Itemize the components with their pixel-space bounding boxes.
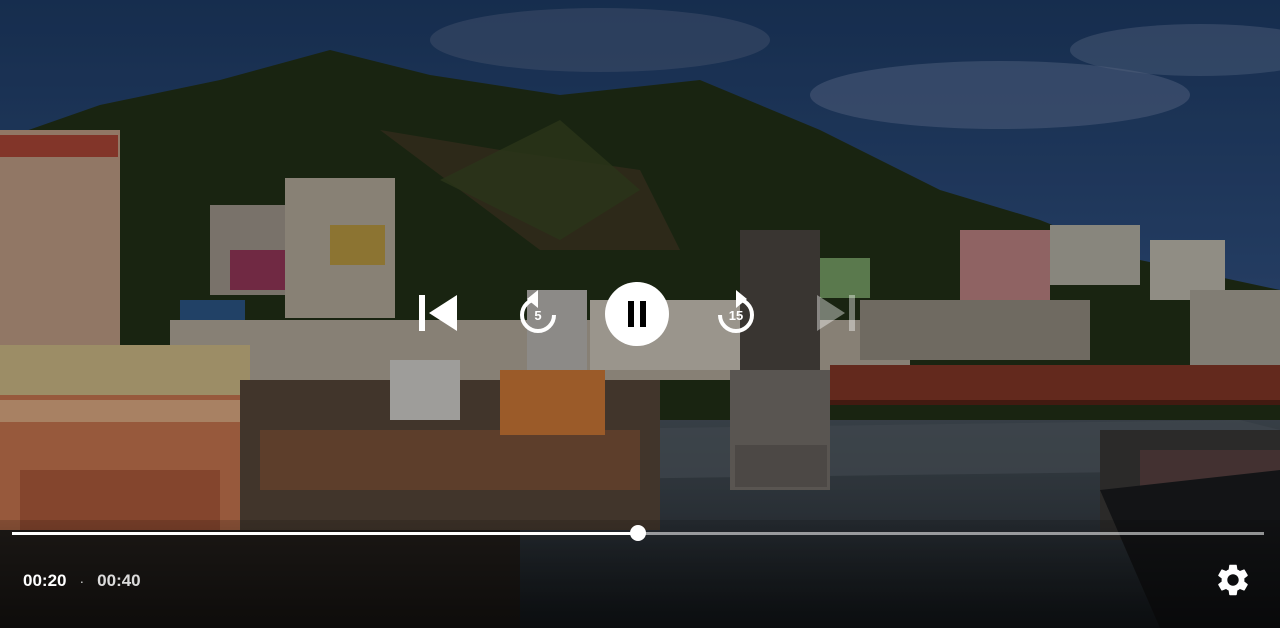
pause-icon — [628, 301, 646, 327]
duration: 00:40 — [97, 571, 141, 590]
skip-next-icon — [817, 295, 855, 331]
time-display: 00:20 · 00:40 — [23, 570, 141, 592]
skip-previous-icon — [419, 295, 457, 331]
previous-button[interactable] — [414, 289, 462, 337]
video-player[interactable]: 5 15 00:20 · 00:40 — [0, 0, 1280, 628]
gear-icon — [1218, 564, 1248, 596]
settings-button[interactable] — [1214, 561, 1252, 599]
pause-button[interactable] — [605, 282, 669, 346]
current-time: 00:20 — [23, 571, 67, 590]
forward-seconds-label: 15 — [728, 308, 744, 323]
progress-scrubber[interactable] — [630, 525, 646, 541]
time-separator: · — [79, 573, 85, 589]
progress-bar[interactable] — [12, 522, 1264, 544]
next-button[interactable] — [812, 289, 860, 337]
replay-5-button[interactable]: 5 — [514, 288, 562, 338]
replay-seconds-label: 5 — [534, 308, 542, 323]
progress-played — [12, 532, 638, 535]
forward-15-button[interactable]: 15 — [712, 288, 760, 338]
